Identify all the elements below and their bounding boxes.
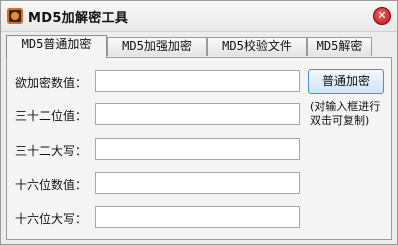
- window-title: MD5加解密工具: [28, 11, 129, 26]
- tab-md5-strong-encrypt[interactable]: MD5加强加密: [107, 37, 207, 56]
- md5-16-upper-label: 十六位大写：: [15, 212, 88, 226]
- input-value-label: 欲加密数值：: [15, 76, 88, 90]
- tab-md5-verify-file[interactable]: MD5校验文件: [207, 37, 307, 56]
- md5-32-upper-field[interactable]: [95, 138, 300, 160]
- md5-tool-window: MD5加解密工具 ✕ MD5普通加密 MD5加强加密 MD5校验文件 MD5解密…: [0, 0, 398, 245]
- normal-encrypt-button[interactable]: 普通加密: [308, 69, 384, 94]
- tab-md5-decrypt[interactable]: MD5解密: [307, 37, 372, 56]
- copy-hint-line-1: (对输入框进行: [310, 100, 381, 113]
- app-logo-icon: [7, 8, 23, 24]
- md5-16-label: 十六位数值：: [15, 178, 88, 192]
- close-icon[interactable]: ✕: [373, 7, 391, 25]
- copy-hint-line-2: 双击可复制): [310, 114, 370, 127]
- md5-16-field[interactable]: [95, 172, 300, 194]
- tab-md5-normal-encrypt[interactable]: MD5普通加密: [6, 35, 107, 58]
- copy-hint: (对输入框进行 双击可复制): [310, 100, 392, 128]
- title-bar[interactable]: MD5加解密工具 ✕: [1, 1, 397, 32]
- md5-32-field[interactable]: [95, 103, 300, 125]
- md5-32-upper-label: 三十二大写：: [15, 144, 88, 158]
- md5-32-label: 三十二位值：: [15, 109, 88, 123]
- input-value-field[interactable]: [95, 70, 300, 92]
- tab-strip: MD5普通加密 MD5加强加密 MD5校验文件 MD5解密: [6, 35, 394, 58]
- md5-16-upper-field[interactable]: [95, 206, 300, 228]
